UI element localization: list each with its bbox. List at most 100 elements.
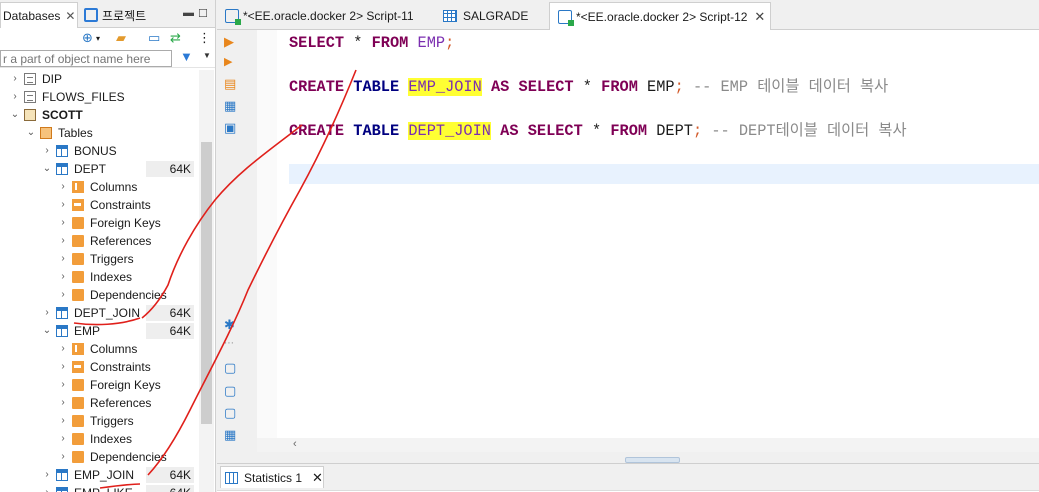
tree-node[interactable]: › FLOWS_FILES (0, 88, 200, 106)
chevron-right-icon[interactable]: › (58, 430, 68, 448)
execute-script-icon[interactable]: ▤ (224, 76, 236, 92)
tree-node[interactable]: ⌄ SCOTT (0, 106, 200, 124)
tree-node[interactable]: › Foreign Keys (0, 376, 200, 394)
tab-salgrade[interactable]: SALGRADE (435, 2, 545, 30)
tree-node-label: EMP_LIKE (74, 484, 133, 492)
terminal-icon[interactable]: ▣ (224, 120, 236, 136)
new-folder-icon[interactable]: ▰ (116, 30, 126, 46)
chevron-right-icon[interactable]: › (58, 376, 68, 394)
tab-statistics[interactable]: Statistics 1 ✕ (220, 466, 324, 488)
tree-node[interactable]: › BONUS (0, 142, 200, 160)
settings-icon[interactable]: ✱ (224, 317, 235, 333)
filter-icon[interactable]: ▼ (180, 49, 193, 64)
new-connection-icon[interactable]: ⊕ (82, 30, 93, 46)
close-icon[interactable]: ✕ (312, 470, 323, 486)
tree-node[interactable]: › Dependencies (0, 286, 200, 304)
tree-node[interactable]: › Dependencies (0, 448, 200, 466)
chevron-right-icon[interactable]: › (42, 484, 52, 492)
view-menu-icon[interactable]: ⋮ (198, 30, 211, 46)
tree-node[interactable]: › Constraints (0, 196, 200, 214)
tree-node[interactable]: › Indexes (0, 268, 200, 286)
tree-node-label: Dependencies (90, 450, 167, 464)
tab-script-11[interactable]: *<EE.oracle.docker 2> Script-11 (217, 2, 429, 30)
load-script-icon[interactable]: ▢ (224, 383, 236, 399)
navigator-scrollbar[interactable] (199, 70, 214, 492)
line-ruler (257, 30, 277, 438)
tree-node-label: DEPT_JOIN (74, 306, 141, 320)
chevron-right-icon[interactable]: › (58, 412, 68, 430)
close-icon[interactable]: ✕ (754, 9, 765, 25)
identifier: EMP (637, 78, 675, 96)
close-icon[interactable]: ✕ (65, 9, 75, 23)
chevron-right-icon[interactable]: › (10, 88, 20, 106)
chevron-right-icon[interactable]: › (58, 196, 68, 214)
semicolon: ; (674, 78, 684, 96)
tab-databases[interactable]: Databases ✕ (0, 2, 78, 28)
tree-node[interactable]: ⌄ DEPT 64K (0, 160, 200, 178)
tree-node[interactable]: › DIP (0, 70, 200, 88)
format-icon[interactable]: ▢ (224, 405, 236, 421)
chevron-right-icon[interactable]: › (42, 304, 52, 322)
filter-input[interactable] (0, 50, 172, 67)
chevron-right-icon[interactable]: › (58, 232, 68, 250)
maximize-icon[interactable]: ☐ (198, 7, 208, 20)
tree-node[interactable]: › Foreign Keys (0, 214, 200, 232)
tab-project[interactable]: 프로젝트 (82, 2, 182, 28)
chevron-right-icon[interactable]: › (58, 268, 68, 286)
constraints-icon (72, 361, 84, 373)
editor-horizontal-scrollbar[interactable]: ‹ (257, 438, 1039, 452)
chevron-right-icon[interactable]: › (10, 70, 20, 88)
execute-statement-icon[interactable]: ▶ (224, 34, 234, 50)
tree-node[interactable]: ⌄ EMP 64K (0, 322, 200, 340)
folder-icon (72, 451, 84, 463)
tree-node-label: Foreign Keys (90, 378, 161, 392)
tree-node[interactable]: › EMP_JOIN 64K (0, 466, 200, 484)
chevron-right-icon[interactable]: › (58, 448, 68, 466)
database-icon (24, 73, 36, 85)
chevron-right-icon[interactable]: › (58, 358, 68, 376)
chevron-right-icon[interactable]: › (42, 466, 52, 484)
chevron-right-icon[interactable]: › (42, 142, 52, 160)
tree-node[interactable]: › References (0, 232, 200, 250)
chevron-right-icon[interactable]: › (58, 286, 68, 304)
keyword: AS (500, 122, 519, 140)
tree-node-label: SCOTT (42, 108, 83, 122)
chevron-down-icon[interactable]: ▼ (203, 51, 211, 60)
chevron-down-icon[interactable]: ⌄ (10, 106, 20, 124)
tree-node[interactable]: › Constraints (0, 358, 200, 376)
tree-node-label: Triggers (90, 252, 134, 266)
scroll-left-icon[interactable]: ‹ (293, 438, 297, 450)
tree-node[interactable]: › Indexes (0, 430, 200, 448)
tree-node[interactable]: › EMP_LIKE 64K (0, 484, 200, 492)
semicolon: ; (445, 34, 455, 52)
outline-icon[interactable]: ▦ (224, 427, 236, 443)
chevron-down-icon[interactable]: ▾ (96, 34, 100, 43)
minimize-icon[interactable]: ▬ (183, 7, 194, 19)
tree-node[interactable]: › Columns (0, 340, 200, 358)
chevron-right-icon[interactable]: › (58, 178, 68, 196)
chevron-right-icon[interactable]: › (58, 250, 68, 268)
sql-editor[interactable]: SELECT * FROM EMP; CREATE TABLE EMP_JOIN… (257, 30, 1039, 438)
execute-statement-new-tab-icon[interactable]: ▶ (224, 55, 232, 68)
tree-node[interactable]: › Triggers (0, 250, 200, 268)
scrollbar-thumb[interactable] (201, 142, 212, 424)
chevron-right-icon[interactable]: › (58, 214, 68, 232)
folder-icon (72, 235, 84, 247)
tree-node[interactable]: › References (0, 394, 200, 412)
table-icon (443, 10, 457, 22)
tree-node[interactable]: ⌄ Tables (0, 124, 200, 142)
tree-node[interactable]: › Triggers (0, 412, 200, 430)
table-icon (56, 469, 68, 481)
link-with-editor-icon[interactable]: ⇄ (170, 30, 181, 46)
chevron-right-icon[interactable]: › (58, 340, 68, 358)
collapse-all-icon[interactable]: ▭ (148, 30, 160, 46)
explain-plan-icon[interactable]: ▦ (224, 98, 236, 114)
chevron-down-icon[interactable]: ⌄ (42, 322, 52, 340)
chevron-right-icon[interactable]: › (58, 394, 68, 412)
chevron-down-icon[interactable]: ⌄ (26, 124, 36, 142)
tree-node[interactable]: › Columns (0, 178, 200, 196)
export-icon[interactable]: ▢ (224, 360, 236, 376)
tab-script-12[interactable]: *<EE.oracle.docker 2> Script-12 ✕ (549, 2, 771, 30)
tree-node[interactable]: › DEPT_JOIN 64K (0, 304, 200, 322)
chevron-down-icon[interactable]: ⌄ (42, 160, 52, 178)
